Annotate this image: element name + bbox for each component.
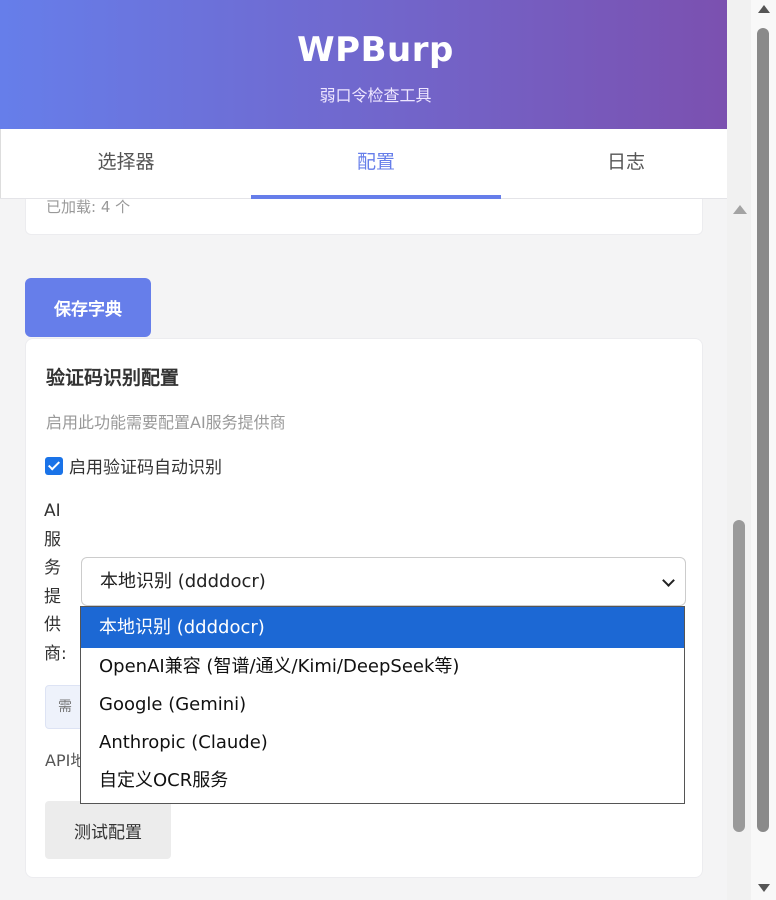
provider-option[interactable]: 自定义OCR服务 bbox=[81, 762, 684, 800]
window-scrollbar[interactable] bbox=[751, 0, 776, 900]
chevron-down-icon bbox=[662, 574, 675, 587]
tab-log[interactable]: 日志 bbox=[501, 129, 751, 198]
panel-scrollbar[interactable] bbox=[727, 0, 751, 900]
provider-select[interactable]: 本地识别 (ddddocr) bbox=[81, 557, 686, 606]
scroll-up-icon[interactable] bbox=[758, 5, 770, 13]
app-title: WPBurp bbox=[297, 30, 454, 70]
app-subtitle: 弱口令检查工具 bbox=[319, 86, 432, 105]
scroll-up-arrow-icon[interactable] bbox=[733, 205, 747, 214]
captcha-description: 启用此功能需要配置AI服务提供商 bbox=[46, 413, 286, 432]
provider-dropdown-list: 本地识别 (ddddocr) OpenAI兼容 (智谱/通义/Kimi/Deep… bbox=[80, 606, 685, 804]
tab-bar: 选择器 配置 日志 bbox=[0, 129, 751, 199]
window-scroll-thumb[interactable] bbox=[757, 28, 769, 832]
tab-selector[interactable]: 选择器 bbox=[0, 129, 251, 198]
enable-captcha-checkbox[interactable]: 启用验证码自动识别 bbox=[45, 453, 222, 478]
panel-scroll-thumb[interactable] bbox=[733, 520, 745, 832]
enable-captcha-label: 启用验证码自动识别 bbox=[69, 458, 222, 478]
app-header: WPBurp 弱口令检查工具 bbox=[0, 0, 751, 129]
test-config-button[interactable]: 测试配置 bbox=[45, 801, 171, 859]
provider-option[interactable]: Anthropic (Claude) bbox=[81, 724, 684, 762]
save-dictionary-button[interactable]: 保存字典 bbox=[25, 278, 151, 337]
tab-config[interactable]: 配置 bbox=[251, 129, 501, 199]
provider-option[interactable]: OpenAI兼容 (智谱/通义/Kimi/DeepSeek等) bbox=[81, 648, 684, 686]
provider-option[interactable]: Google (Gemini) bbox=[81, 686, 684, 724]
provider-selected-value: 本地识别 (ddddocr) bbox=[100, 571, 266, 592]
provider-label: AI服务提供商: bbox=[44, 501, 67, 664]
captcha-heading: 验证码识别配置 bbox=[46, 367, 180, 389]
checkbox-checked-icon[interactable] bbox=[45, 456, 63, 475]
loaded-count: 已加载: 4 个 bbox=[46, 198, 131, 216]
provider-option[interactable]: 本地识别 (ddddocr) bbox=[81, 607, 684, 648]
scroll-down-icon[interactable] bbox=[758, 884, 770, 892]
